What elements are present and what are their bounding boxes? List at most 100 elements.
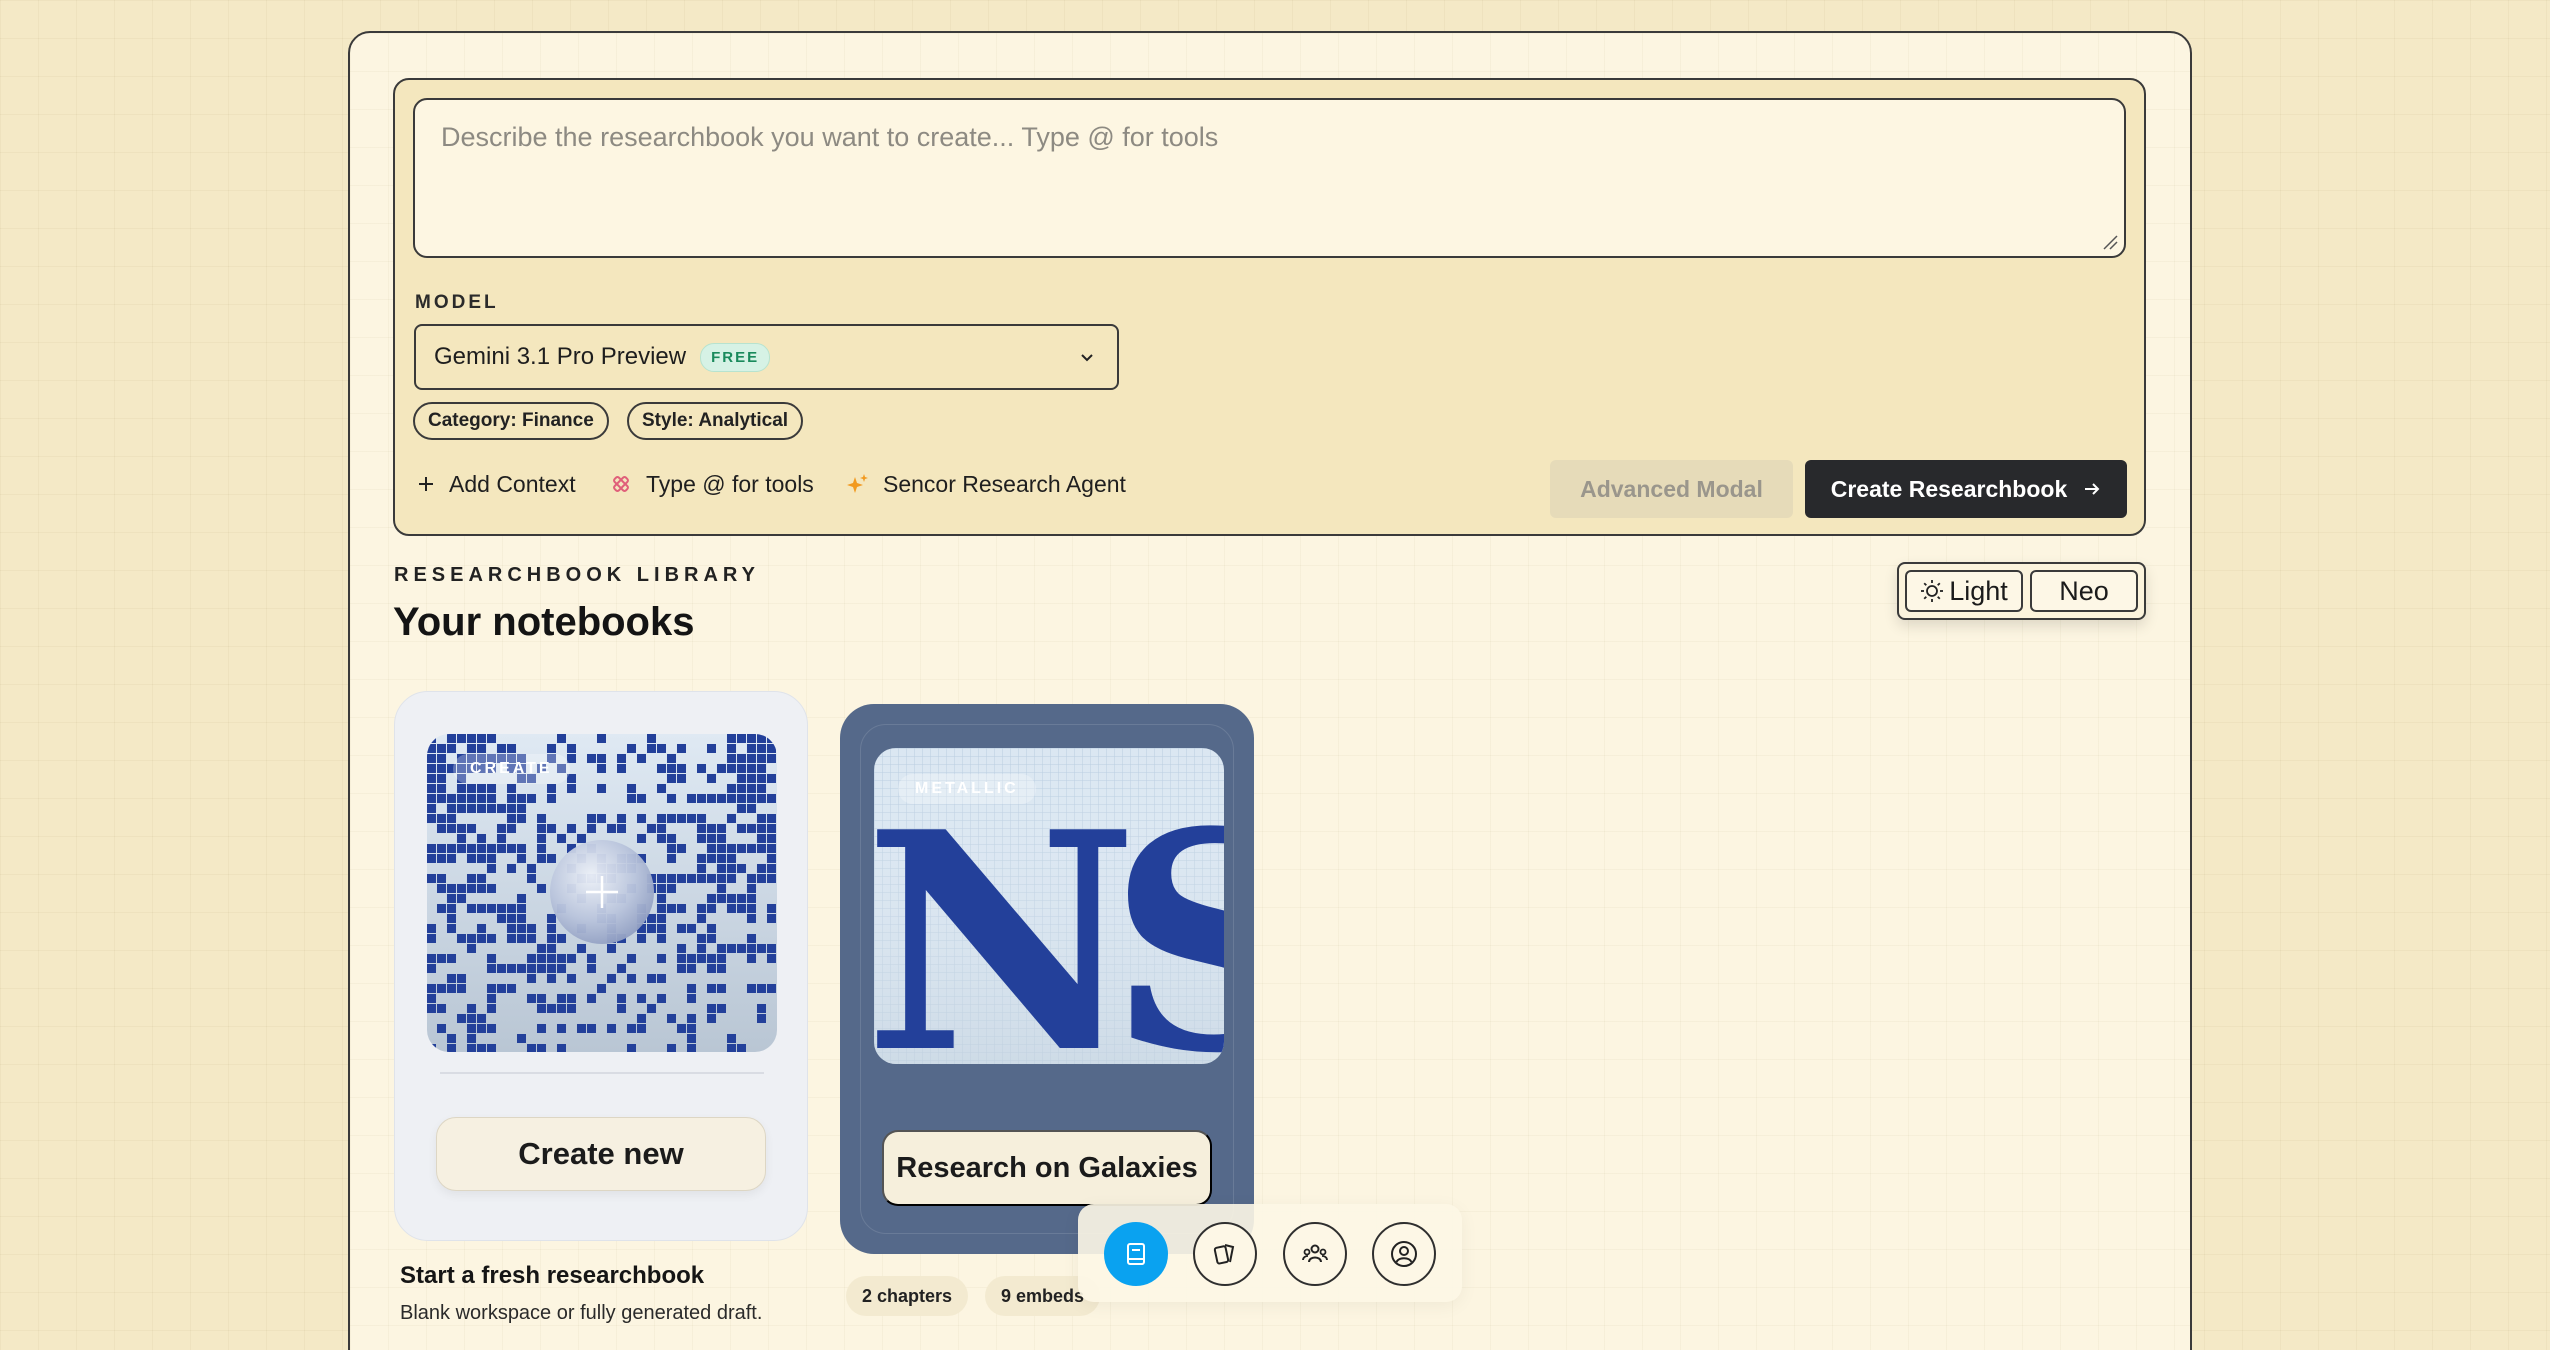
dither-pixel	[647, 744, 656, 753]
dither-pixel	[747, 904, 756, 913]
dither-pixel	[637, 994, 646, 1003]
dither-pixel	[727, 794, 736, 803]
dither-pixel	[677, 744, 686, 753]
dither-pixel	[637, 794, 646, 803]
dither-pixel	[657, 954, 666, 963]
dither-pixel	[497, 904, 506, 913]
dock-profile-button[interactable]	[1372, 1222, 1436, 1286]
dither-pixel	[487, 1044, 496, 1052]
dither-pixel	[737, 824, 746, 833]
dither-pixel	[487, 734, 496, 743]
dither-pixel	[697, 764, 706, 773]
dither-pixel	[527, 954, 536, 963]
library-title: Your notebooks	[393, 600, 695, 644]
dock-notebooks-button[interactable]	[1104, 1222, 1168, 1286]
create-new-button[interactable]: Create new	[436, 1117, 766, 1191]
dither-pixel	[677, 1024, 686, 1033]
dither-pixel	[677, 924, 686, 933]
dither-pixel	[767, 904, 776, 913]
dither-pixel	[537, 834, 546, 843]
dither-pixel	[487, 984, 496, 993]
dither-pixel	[527, 974, 536, 983]
dither-pixel	[677, 904, 686, 913]
dither-pixel	[427, 774, 436, 783]
research-agent-button[interactable]: Sencor Research Agent	[847, 464, 1126, 504]
plus-icon	[419, 477, 433, 491]
dither-pixel	[477, 834, 486, 843]
create-new-card[interactable]: CREATE Create new	[394, 691, 808, 1241]
theme-toggle: Light Neo	[1897, 562, 2146, 620]
create-badge: CREATE	[453, 754, 570, 784]
dither-pixel	[457, 834, 466, 843]
notebook-icon	[1127, 1243, 1145, 1265]
model-select[interactable]: Gemini 3.1 Pro Preview FREE	[414, 324, 1119, 390]
theme-neo-button[interactable]: Neo	[2030, 570, 2138, 612]
dither-pixel	[667, 814, 676, 823]
dither-pixel	[517, 1034, 526, 1043]
dither-pixel	[567, 974, 576, 983]
dither-pixel	[557, 994, 566, 1003]
dither-pixel	[677, 764, 686, 773]
open-galaxies-button[interactable]: Research on Galaxies	[882, 1130, 1212, 1206]
prompt-textarea[interactable]: Describe the researchbook you want to cr…	[413, 98, 2126, 258]
dither-pixel	[697, 854, 706, 863]
theme-light-button[interactable]: Light	[1905, 570, 2023, 612]
resize-grip-icon[interactable]	[2102, 234, 2118, 250]
chip-style[interactable]: Style: Analytical	[627, 402, 804, 440]
dither-pixel	[657, 924, 666, 933]
dither-pixel	[507, 864, 516, 873]
add-context-button[interactable]: Add Context	[417, 464, 576, 504]
advanced-modal-button[interactable]: Advanced Modal	[1550, 460, 1793, 518]
dither-pixel	[517, 804, 526, 813]
dither-pixel	[547, 794, 556, 803]
dither-pixel	[457, 1014, 466, 1023]
dither-pixel	[537, 854, 546, 863]
dither-pixel	[757, 734, 766, 743]
tools-button[interactable]: Type @ for tools	[610, 464, 814, 504]
dither-pixel	[647, 974, 656, 983]
dither-pixel	[697, 814, 706, 823]
dither-pixel	[507, 964, 516, 973]
dither-pixel	[657, 974, 666, 983]
dither-pixel	[707, 794, 716, 803]
dither-pixel	[477, 1024, 486, 1033]
dither-pixel	[687, 1014, 696, 1023]
dither-pixel	[607, 944, 616, 953]
dither-pixel	[657, 994, 666, 1003]
chip-category[interactable]: Category: Finance	[413, 402, 609, 440]
dither-pixel	[687, 1034, 696, 1043]
dither-pixel	[617, 994, 626, 1003]
dither-pixel	[497, 744, 506, 753]
dither-pixel	[437, 764, 446, 773]
dither-pixel	[537, 1024, 546, 1033]
dither-pixel	[747, 914, 756, 923]
dock-cards-button[interactable]	[1193, 1222, 1257, 1286]
dither-pixel	[537, 964, 546, 973]
dither-pixel	[737, 894, 746, 903]
dither-pixel	[767, 794, 776, 803]
dither-pixel	[517, 924, 526, 933]
dither-pixel	[497, 834, 506, 843]
create-researchbook-button[interactable]: Create Researchbook	[1805, 460, 2127, 518]
dither-pixel	[517, 854, 526, 863]
dither-pixel	[427, 804, 436, 813]
dither-pixel	[457, 934, 466, 943]
dither-pixel	[757, 764, 766, 773]
dither-pixel	[467, 844, 476, 853]
dither-pixel	[557, 934, 566, 943]
dither-pixel	[437, 774, 446, 783]
dither-pixel	[487, 1004, 496, 1013]
notebook-card-galaxies[interactable]: NS METALLIC Research on Galaxies	[840, 704, 1254, 1254]
dither-pixel	[427, 1044, 436, 1052]
dither-pixel	[767, 754, 776, 763]
chevron-down-icon	[1081, 354, 1093, 362]
add-context-label: Add Context	[449, 470, 576, 497]
dither-pixel	[467, 804, 476, 813]
dither-pixel	[697, 954, 706, 963]
dither-pixel	[697, 874, 706, 883]
dither-pixel	[447, 1044, 456, 1052]
dock-team-button[interactable]	[1283, 1222, 1347, 1286]
dither-pixel	[767, 854, 776, 863]
dither-pixel	[577, 1024, 586, 1033]
dither-pixel	[647, 824, 656, 833]
